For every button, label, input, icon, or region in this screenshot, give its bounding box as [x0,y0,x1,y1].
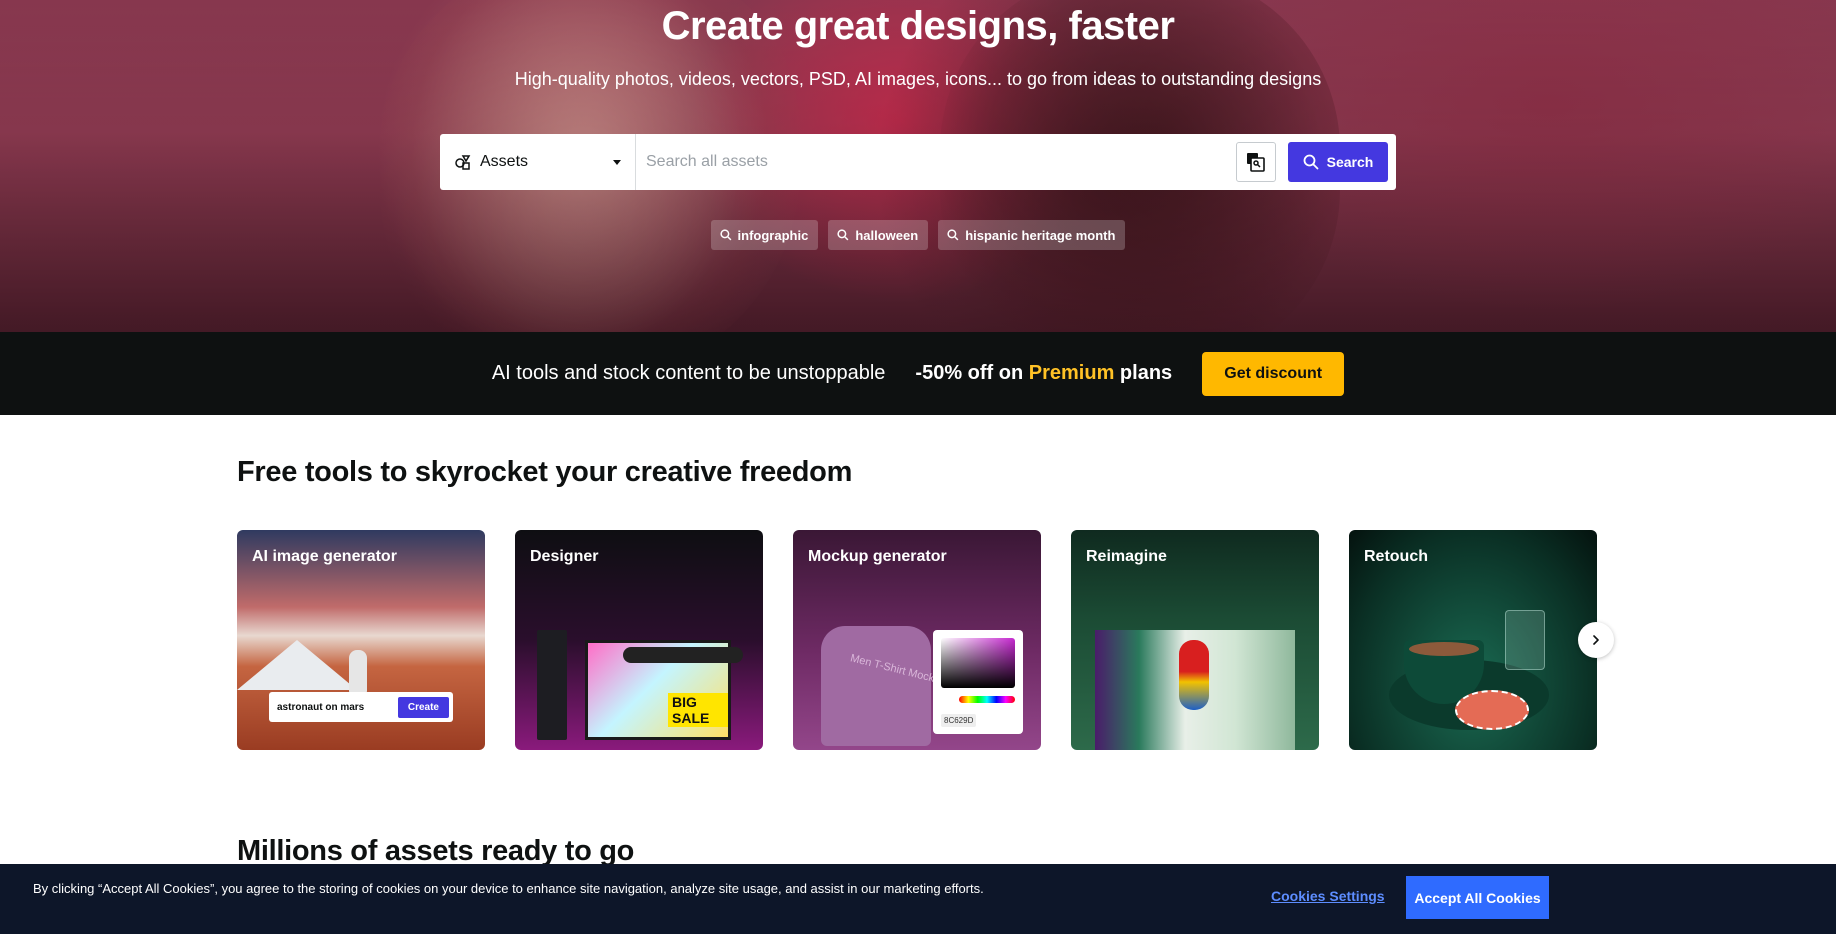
tool-card-designer[interactable]: Designer BIG SALE [515,530,763,750]
designer-toolbar [623,647,743,663]
accept-all-cookies-button[interactable]: Accept All Cookies [1406,876,1549,919]
prompt-text: astronaut on mars [277,701,365,713]
promo-deal-suffix: plans [1119,362,1173,384]
carousel-next-button[interactable] [1578,622,1614,658]
tag-label: halloween [855,227,919,243]
hero-title: Create great designs, faster [661,4,1175,48]
cookies-settings-link[interactable]: Cookies Settings [1271,888,1385,904]
assets-icon [455,155,471,170]
tool-card-label: Designer [530,548,599,565]
chevron-down-icon [613,159,621,165]
color-hex-value: 8C629D [941,714,977,727]
get-discount-button[interactable]: Get discount [1202,351,1345,396]
color-picker: 8C629D [933,630,1023,734]
tool-card-label: Retouch [1364,548,1428,565]
promo-deal-prefix: -50% off on [915,362,1024,384]
tag-label: hispanic heritage month [965,227,1116,243]
prompt-create-button: Create [397,696,449,718]
retouch-selection [1455,690,1529,730]
asset-type-dropdown[interactable]: Assets [440,134,636,190]
promo-deal-premium: Premium [1028,362,1115,384]
tag-label: infographic [737,227,809,243]
tool-card-mockup-generator[interactable]: Mockup generator Men T-Shirt Mockup 8C62… [793,530,1041,750]
tool-card-label: AI image generator [252,548,397,565]
promo-deal: -50% off on Premium plans [915,362,1172,385]
promo-text: AI tools and stock content to be unstopp… [491,362,886,384]
tool-card-label: Mockup generator [808,548,947,565]
cookie-banner: By clicking “Accept All Cookies”, you ag… [0,864,1836,934]
glass-illustration [1505,610,1545,670]
asset-type-label: Assets [480,153,529,170]
tool-card-reimagine[interactable]: Reimagine [1071,530,1319,750]
tool-card-label: Reimagine [1086,548,1167,565]
search-input[interactable] [636,134,1236,190]
search-button[interactable]: Search [1288,142,1388,182]
hero-section: Create great designs, faster High-qualit… [0,0,1836,332]
astronaut-illustration [349,650,367,694]
search-button-label: Search [1326,154,1374,170]
search-icon [837,229,849,241]
tag-hispanic-heritage-month[interactable]: hispanic heritage month [938,220,1126,250]
search-icon [947,229,959,241]
designer-side-panel [537,630,567,740]
tool-card-ai-image-generator[interactable]: AI image generator astronaut on mars Cre… [237,530,485,750]
tools-carousel: AI image generator astronaut on mars Cre… [237,530,1597,750]
tools-section-title: Free tools to skyrocket your creative fr… [237,456,853,488]
promo-banner: AI tools and stock content to be unstopp… [0,332,1836,415]
search-icon [1303,154,1319,170]
image-search-icon [1247,153,1265,172]
canvas-sale-text: BIG SALE [668,693,728,727]
tag-halloween[interactable]: halloween [828,220,929,250]
prompt-preview: astronaut on mars Create [269,692,453,722]
cookie-text: By clicking “Accept All Cookies”, you ag… [33,881,984,896]
parrot-illustration [1179,640,1209,710]
search-bar: Assets Search [440,134,1396,190]
chevron-right-icon [1593,635,1599,645]
search-icon [719,229,731,241]
tool-card-retouch[interactable]: Retouch [1349,530,1597,750]
hero-subtitle: High-quality photos, videos, vectors, PS… [514,69,1322,89]
tshirt-mockup [821,626,931,746]
tag-infographic[interactable]: infographic [710,220,819,250]
image-search-button[interactable] [1236,142,1276,182]
suggested-tags: infographic halloween hispanic heritage … [0,220,1836,250]
